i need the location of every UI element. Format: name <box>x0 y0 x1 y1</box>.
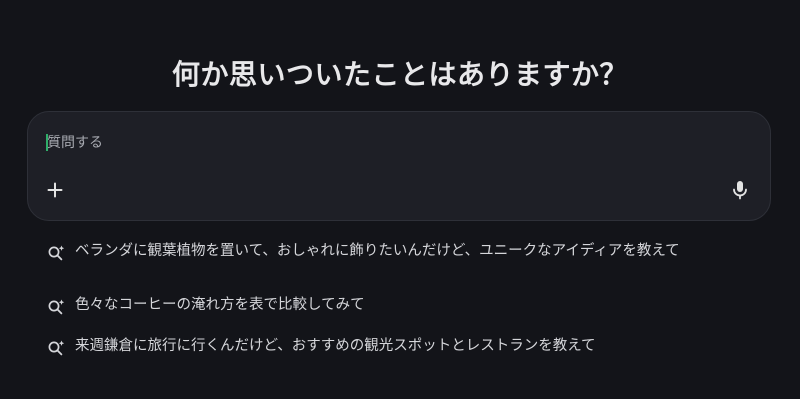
spark-search-icon <box>48 299 65 315</box>
suggestion-item[interactable]: 来週鎌倉に旅行に行くんだけど、おすすめの観光スポットとレストランを教えて <box>46 336 726 358</box>
plus-icon <box>47 182 63 198</box>
prompt-input[interactable] <box>47 132 727 154</box>
page: 何か思いついたことはありますか？ ベランダに観葉植物を置いて、おしゃれに飾りたい… <box>0 0 800 399</box>
page-title: 何か思いついたことはありますか？ <box>171 57 628 91</box>
add-attachment-button[interactable] <box>41 176 69 204</box>
spark-search-icon <box>48 340 65 356</box>
spark-search-icon <box>48 245 65 261</box>
text-caret <box>46 134 48 151</box>
voice-input-button[interactable] <box>726 176 754 204</box>
microphone-icon <box>733 181 747 200</box>
suggestion-label: 色々なコーヒーの淹れ方を表で比較してみて <box>75 297 365 313</box>
prompt-composer <box>27 111 771 221</box>
suggestion-label: 来週鎌倉に旅行に行くんだけど、おすすめの観光スポットとレストランを教えて <box>75 338 596 354</box>
suggestion-item[interactable]: 色々なコーヒーの淹れ方を表で比較してみて <box>46 295 726 317</box>
suggestion-label: ベランダに観葉植物を置いて、おしゃれに飾りたいんだけど、ユニークなアイディアを教… <box>75 243 680 259</box>
suggestion-item[interactable]: ベランダに観葉植物を置いて、おしゃれに飾りたいんだけど、ユニークなアイディアを教… <box>46 241 726 263</box>
